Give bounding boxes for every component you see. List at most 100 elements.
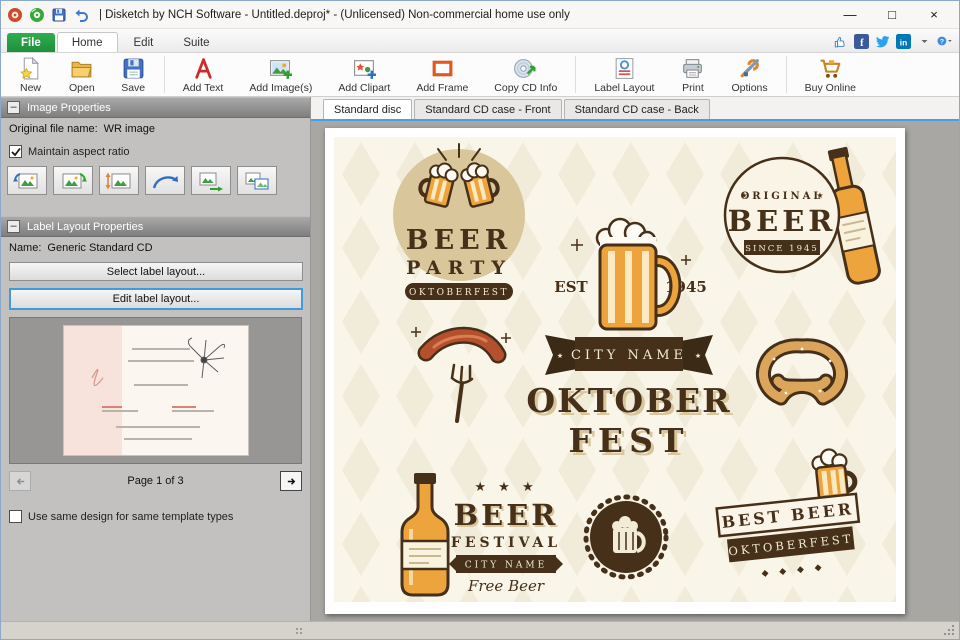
section-title: Image Properties [27, 101, 111, 114]
button-label: Add Clipart [338, 81, 391, 94]
label-layout-button[interactable]: Label Layout [581, 53, 667, 96]
close-button[interactable]: × [913, 1, 955, 28]
layout-name-label: Name: [9, 242, 42, 254]
rotate-right-button[interactable] [53, 166, 93, 195]
ribbon-separator [163, 56, 165, 93]
document-tabs: Standard disc Standard CD case - Front S… [311, 97, 959, 119]
linkedin-button[interactable]: in [895, 33, 911, 49]
rotate-right-icon [62, 172, 87, 188]
shopping-cart-icon [820, 59, 841, 78]
splitter-grip[interactable] [295, 627, 307, 635]
label-layout-header: – Label Layout Properties [1, 216, 310, 237]
like-button[interactable] [832, 33, 848, 49]
window-title: | Disketch by NCH Software - Untitled.de… [99, 8, 570, 21]
svg-text:PARTY: PARTY [406, 257, 512, 279]
doc-tab-cd-case-back[interactable]: Standard CD case - Back [563, 99, 710, 119]
add-frame-button[interactable]: Add Frame [403, 53, 481, 96]
poster-design[interactable]: BEER PARTY OKTOBERFEST ★ ★ ORIGINAL BEER… [334, 137, 896, 602]
svg-text:BEER: BEER [406, 225, 512, 256]
tab-home[interactable]: Home [56, 32, 118, 52]
add-images-button[interactable]: Add Image(s) [236, 53, 325, 96]
svg-text:EST: EST [554, 278, 588, 296]
add-text-button[interactable]: Add Text [170, 53, 237, 96]
image-properties-header: – Image Properties [1, 97, 310, 118]
add-text-icon [194, 57, 212, 79]
new-document-icon [20, 56, 40, 79]
tab-file[interactable]: File [7, 33, 55, 52]
app-window: | Disketch by NCH Software - Untitled.de… [0, 0, 960, 640]
buy-online-button[interactable]: Buy Online [792, 53, 869, 96]
content-area: – Image Properties Original file name: W… [1, 97, 959, 621]
collapse-button[interactable]: – [7, 101, 20, 114]
open-button[interactable]: Open [56, 53, 108, 96]
add-clipart-button[interactable]: Add Clipart [325, 53, 403, 96]
free-rotate-button[interactable] [145, 166, 185, 195]
chevron-down-icon[interactable] [916, 33, 932, 49]
ribbon-separator [575, 56, 577, 93]
svg-text:★ ★ ★: ★ ★ ★ [474, 480, 537, 495]
button-label: Save [121, 81, 146, 94]
page-navigation: Page 1 of 3 [9, 471, 302, 491]
svg-text:CITY NAME: CITY NAME [465, 561, 547, 571]
flower-sketch [187, 337, 225, 379]
city-name-ribbon[interactable]: ★ ★ CITY NAME [545, 335, 713, 375]
title-bar: | Disketch by NCH Software - Untitled.de… [1, 1, 959, 29]
maintain-aspect-checkbox[interactable] [9, 145, 22, 158]
undo-button[interactable] [71, 5, 90, 24]
new-button[interactable]: New [5, 53, 56, 96]
svg-text:ORIGINAL: ORIGINAL [741, 191, 824, 202]
ribbon-toolbar: New Open Save Add Text Add Image(s) Add … [1, 53, 959, 97]
copy-cd-icon [514, 58, 536, 78]
svg-text:OKTOBERFEST: OKTOBERFEST [409, 288, 509, 298]
tab-edit[interactable]: Edit [120, 33, 168, 52]
tab-suite[interactable]: Suite [169, 33, 223, 52]
file-name-row: Original file name: WR image [1, 118, 310, 140]
svg-text:FEST: FEST [569, 421, 690, 460]
help-button[interactable]: ? [937, 33, 953, 49]
resize-grip[interactable] [943, 624, 956, 637]
image-transform-row [1, 163, 310, 204]
maximize-button[interactable]: □ [871, 1, 913, 28]
print-icon [683, 58, 703, 78]
maintain-aspect-row: Maintain aspect ratio [1, 140, 310, 163]
checkbox-label: Use same design for same template types [28, 510, 234, 523]
flip-horizontal-button[interactable] [191, 166, 231, 195]
design-page[interactable]: BEER PARTY OKTOBERFEST ★ ★ ORIGINAL BEER… [325, 128, 905, 614]
previous-page-button[interactable] [9, 471, 31, 491]
button-label: Open [69, 81, 95, 94]
next-page-button[interactable] [280, 471, 302, 491]
same-design-checkbox[interactable] [9, 510, 22, 523]
rotate-left-icon [13, 172, 38, 188]
svg-text:SINCE 1945: SINCE 1945 [745, 244, 819, 254]
svg-text:in: in [899, 37, 906, 47]
svg-text:OKTOBER: OKTOBER [526, 381, 731, 420]
copy-cd-info-button[interactable]: Copy CD Info [481, 53, 570, 96]
checkbox-label: Maintain aspect ratio [28, 145, 130, 158]
facebook-button[interactable]: f [853, 33, 869, 49]
twitter-button[interactable] [874, 33, 890, 49]
arrow-left-icon [16, 477, 24, 485]
rotate-left-button[interactable] [7, 166, 47, 195]
layout-preview [9, 317, 302, 464]
layout-name-value: Generic Standard CD [47, 242, 153, 254]
save-button[interactable]: Save [108, 53, 159, 96]
print-button[interactable]: Print [667, 53, 718, 96]
svg-text:BEER: BEER [728, 204, 837, 238]
open-folder-icon [71, 61, 92, 77]
select-label-layout-button[interactable]: Select label layout... [9, 262, 303, 281]
svg-text:FESTIVAL: FESTIVAL [451, 535, 561, 551]
flip-vertical-button[interactable] [99, 166, 139, 195]
design-canvas: BEER PARTY OKTOBERFEST ★ ★ ORIGINAL BEER… [311, 121, 959, 621]
file-name-value: WR image [103, 123, 155, 135]
resize-image-button[interactable] [237, 166, 277, 195]
svg-text:CITY NAME: CITY NAME [571, 348, 687, 363]
options-button[interactable]: Options [718, 53, 780, 96]
collapse-button[interactable]: – [7, 220, 20, 233]
doc-tab-standard-disc[interactable]: Standard disc [323, 99, 413, 119]
quick-save-button[interactable] [49, 5, 68, 24]
minimize-button[interactable]: — [829, 1, 871, 28]
doc-tab-cd-case-front[interactable]: Standard CD case - Front [414, 99, 562, 119]
quick-disc-button[interactable] [27, 5, 46, 24]
layout-thumbnail[interactable] [63, 326, 248, 455]
edit-label-layout-button[interactable]: Edit label layout... [9, 288, 303, 310]
